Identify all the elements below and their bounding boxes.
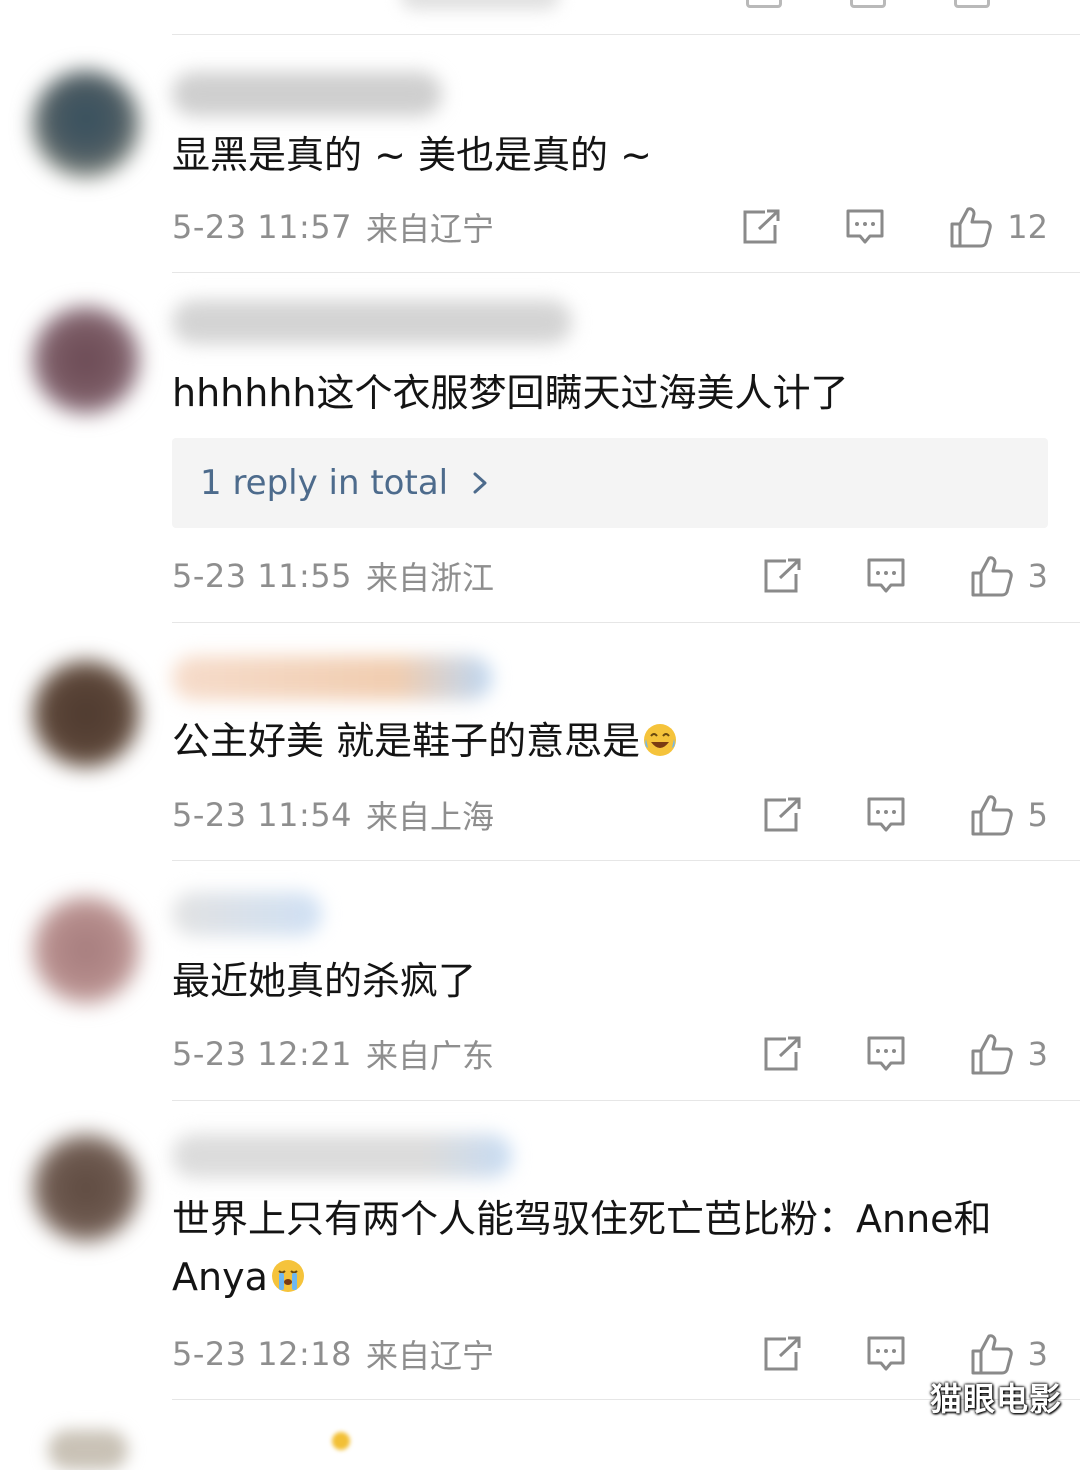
reply-button[interactable]	[864, 790, 908, 840]
like-count: 5	[1027, 796, 1048, 834]
divider	[172, 272, 1080, 273]
share-icon	[764, 1336, 801, 1371]
comment-actions: 3	[760, 1329, 1048, 1379]
comment-text: 世界上只有两个人能驾驭住死亡芭比粉：Anne和 Anya	[172, 1190, 1044, 1306]
comment-text: hhhhhh这个衣服梦回瞒天过海美人计了	[172, 371, 849, 415]
avatar[interactable]	[32, 660, 140, 768]
like-icon	[971, 556, 1013, 597]
divider	[172, 1100, 1080, 1101]
share-icon	[743, 209, 780, 244]
next-comment-partial	[0, 1410, 1080, 1470]
divider	[172, 860, 1080, 861]
laughing-tears-emoji	[644, 724, 677, 756]
reply-button[interactable]	[864, 1029, 908, 1079]
comment-location: 来自辽宁	[366, 1337, 495, 1375]
chevron-right-icon	[473, 472, 487, 494]
comment-time: 5-23 12:18	[172, 1335, 353, 1373]
comment-icon	[867, 558, 905, 593]
avatar[interactable]	[48, 1430, 128, 1470]
emoji-icon	[332, 1432, 350, 1450]
like-icon	[950, 207, 993, 248]
divider	[172, 622, 1080, 623]
like-icon	[971, 1034, 1013, 1075]
like-button[interactable]: 3	[970, 1329, 1048, 1379]
like-count: 3	[1027, 1035, 1048, 1073]
view-replies-button[interactable]: 1 reply in total	[172, 438, 1048, 528]
blurred-username[interactable]	[172, 656, 492, 700]
like-icon	[971, 1334, 1013, 1375]
like-count: 12	[1007, 208, 1048, 246]
share-button[interactable]	[760, 1329, 804, 1379]
comment-time: 5-23 11:54	[172, 796, 353, 834]
like-button[interactable]: 5	[970, 790, 1048, 840]
comment-actions: 3	[760, 1029, 1048, 1079]
like-count: 3	[1027, 1335, 1048, 1373]
share-button[interactable]	[739, 202, 783, 252]
comment-time: 5-23 12:21	[172, 1035, 353, 1073]
comment-meta: 5-23 12:21 来自广东 3	[172, 1029, 1048, 1079]
divider	[172, 34, 1080, 35]
avatar[interactable]	[32, 306, 140, 414]
share-button[interactable]	[760, 790, 804, 840]
like-button[interactable]: 12	[949, 202, 1048, 252]
comment-location: 来自广东	[366, 1037, 495, 1075]
comment-actions: 5	[760, 790, 1048, 840]
blurred-username[interactable]	[172, 72, 442, 116]
like-icon[interactable]	[954, 0, 990, 8]
comment-icon	[867, 797, 905, 832]
blurred-username[interactable]	[172, 300, 572, 344]
like-count: 3	[1027, 557, 1048, 595]
share-icon	[764, 797, 801, 832]
blurred-username[interactable]	[172, 1134, 512, 1178]
share-icon[interactable]	[746, 0, 782, 8]
comment-actions: 12	[739, 202, 1048, 252]
avatar[interactable]	[32, 1134, 140, 1242]
like-button[interactable]: 3	[970, 1029, 1048, 1079]
blurred-username[interactable]	[172, 892, 322, 936]
comment-icon	[867, 1336, 905, 1371]
comment-meta: 5-23 11:57 来自辽宁 12	[172, 202, 1048, 252]
share-button[interactable]	[760, 1029, 804, 1079]
comment-meta: 5-23 11:55 来自浙江 3	[172, 551, 1048, 601]
comment-icon	[867, 1036, 905, 1071]
share-icon	[764, 558, 801, 593]
like-button[interactable]: 3	[970, 551, 1048, 601]
avatar[interactable]	[32, 70, 140, 178]
comment-location: 来自上海	[366, 798, 495, 836]
comment-meta: 5-23 12:18 来自辽宁 3	[172, 1329, 1048, 1379]
like-icon	[971, 795, 1013, 836]
avatar[interactable]	[32, 896, 140, 1004]
comment-text: 最近她真的杀疯了	[172, 959, 477, 1003]
comment-time: 5-23 11:55	[172, 557, 353, 595]
crying-emoji	[271, 1260, 304, 1292]
comment-text: 公主好美 就是鞋子的意思是	[172, 712, 1044, 770]
comment-location: 来自浙江	[366, 559, 495, 597]
comment-text: 显黑是真的 ~ 美也是真的 ~	[172, 133, 652, 177]
comment-actions: 3	[760, 551, 1048, 601]
comment-icon	[846, 209, 884, 244]
comment-icon[interactable]	[850, 0, 886, 8]
previous-comment-partial	[0, 0, 1080, 34]
blurred-username	[400, 0, 560, 10]
reply-button[interactable]	[864, 1329, 908, 1379]
comment-location: 来自辽宁	[366, 210, 495, 248]
comment-time: 5-23 11:57	[172, 208, 353, 246]
reply-button[interactable]	[864, 551, 908, 601]
reply-button[interactable]	[843, 202, 887, 252]
reply-count-label: 1 reply in total	[200, 463, 449, 503]
share-icon	[764, 1036, 801, 1071]
comment-text-content: 公主好美 就是鞋子的意思是	[172, 719, 641, 763]
watermark: 猫眼电影	[929, 1380, 1062, 1418]
comment-meta: 5-23 11:54 来自上海 5	[172, 790, 1048, 840]
share-button[interactable]	[760, 551, 804, 601]
